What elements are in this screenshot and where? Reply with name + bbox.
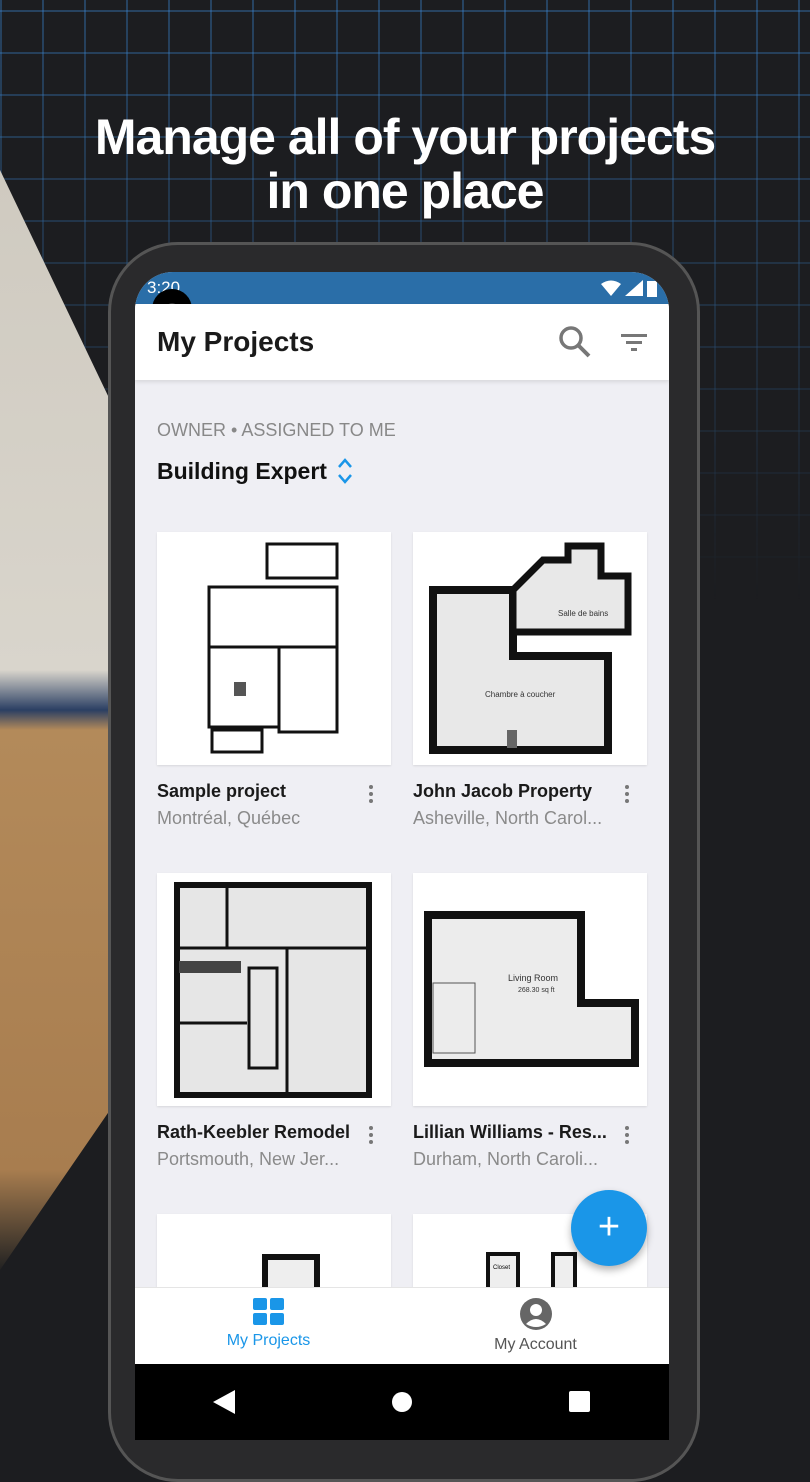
svg-text:268.30 sq ft: 268.30 sq ft xyxy=(518,987,555,994)
more-options-icon[interactable] xyxy=(617,782,637,808)
filter-tabs: OWNER • ASSIGNED TO ME xyxy=(157,420,396,440)
project-location: Asheville, North Carol... xyxy=(413,808,603,828)
battery-icon xyxy=(647,281,657,297)
nav-my-projects[interactable]: My Projects xyxy=(135,1288,402,1364)
more-options-icon[interactable] xyxy=(617,1123,637,1149)
project-card[interactable]: Rath-Keebler Remodel Portsmouth, New Jer… xyxy=(157,873,391,1170)
headline: Manage all of your projects in one place xyxy=(94,109,716,219)
page-title: My Projects xyxy=(157,326,315,357)
signal-icon xyxy=(625,280,643,296)
svg-text:Salle de bains: Salle de bains xyxy=(558,609,608,618)
floor-plan-thumbnail: Living Room 268.30 sq ft xyxy=(413,873,647,1106)
nav-my-account[interactable]: My Account xyxy=(402,1288,669,1364)
project-title: Rath-Keebler Remodel xyxy=(157,1122,351,1142)
filter-assigned[interactable]: ASSIGNED TO ME xyxy=(241,420,395,440)
floor-plan-thumbnail xyxy=(157,532,391,765)
account-circle-icon xyxy=(519,1298,552,1330)
floor-plan-thumbnail xyxy=(157,873,391,1106)
search-icon[interactable] xyxy=(557,324,593,360)
project-location: Durham, North Caroli... xyxy=(413,1149,599,1169)
svg-text:Chambre à coucher: Chambre à coucher xyxy=(485,690,556,699)
home-icon[interactable] xyxy=(391,1391,413,1413)
status-icons xyxy=(601,278,657,298)
status-bar: 3:20 xyxy=(135,272,669,304)
project-card[interactable]: Chambre à coucher Salle de bains John Jac… xyxy=(413,532,647,829)
grid-icon xyxy=(252,1298,284,1325)
workspace-selector[interactable]: Building Expert xyxy=(157,457,647,485)
chevron-up-down-icon xyxy=(338,458,352,484)
filter-icon[interactable] xyxy=(621,332,647,352)
project-location: Portsmouth, New Jer... xyxy=(157,1149,340,1169)
bottom-navigation: My Projects My Account xyxy=(135,1287,669,1364)
floor-plan-thumbnail: Chambre à coucher Salle de bains xyxy=(413,532,647,765)
system-navigation-bar xyxy=(135,1364,669,1440)
filter-owner[interactable]: OWNER xyxy=(157,420,226,440)
project-title: Lillian Williams - Res... xyxy=(413,1122,607,1142)
project-title: Sample project xyxy=(157,781,287,801)
project-title: John Jacob Property xyxy=(413,781,593,801)
svg-text:Living Room: Living Room xyxy=(508,973,558,983)
recents-icon[interactable] xyxy=(569,1391,591,1413)
more-options-icon[interactable] xyxy=(361,1123,381,1149)
svg-text:Closet: Closet xyxy=(493,1265,510,1271)
add-project-button[interactable]: + xyxy=(571,1190,647,1266)
more-options-icon[interactable] xyxy=(361,782,381,808)
app-screen: 3:20 My Projects OWNER • ASSIGNED TO ME … xyxy=(135,272,669,1364)
app-bar: My Projects xyxy=(135,304,669,380)
wifi-icon xyxy=(601,280,621,296)
project-location: Montréal, Québec xyxy=(157,808,301,828)
back-icon[interactable] xyxy=(213,1390,235,1414)
project-card[interactable]: Sample project Montréal, Québec xyxy=(157,532,391,829)
project-card[interactable]: Living Room 268.30 sq ft Lillian Williams… xyxy=(413,873,647,1170)
